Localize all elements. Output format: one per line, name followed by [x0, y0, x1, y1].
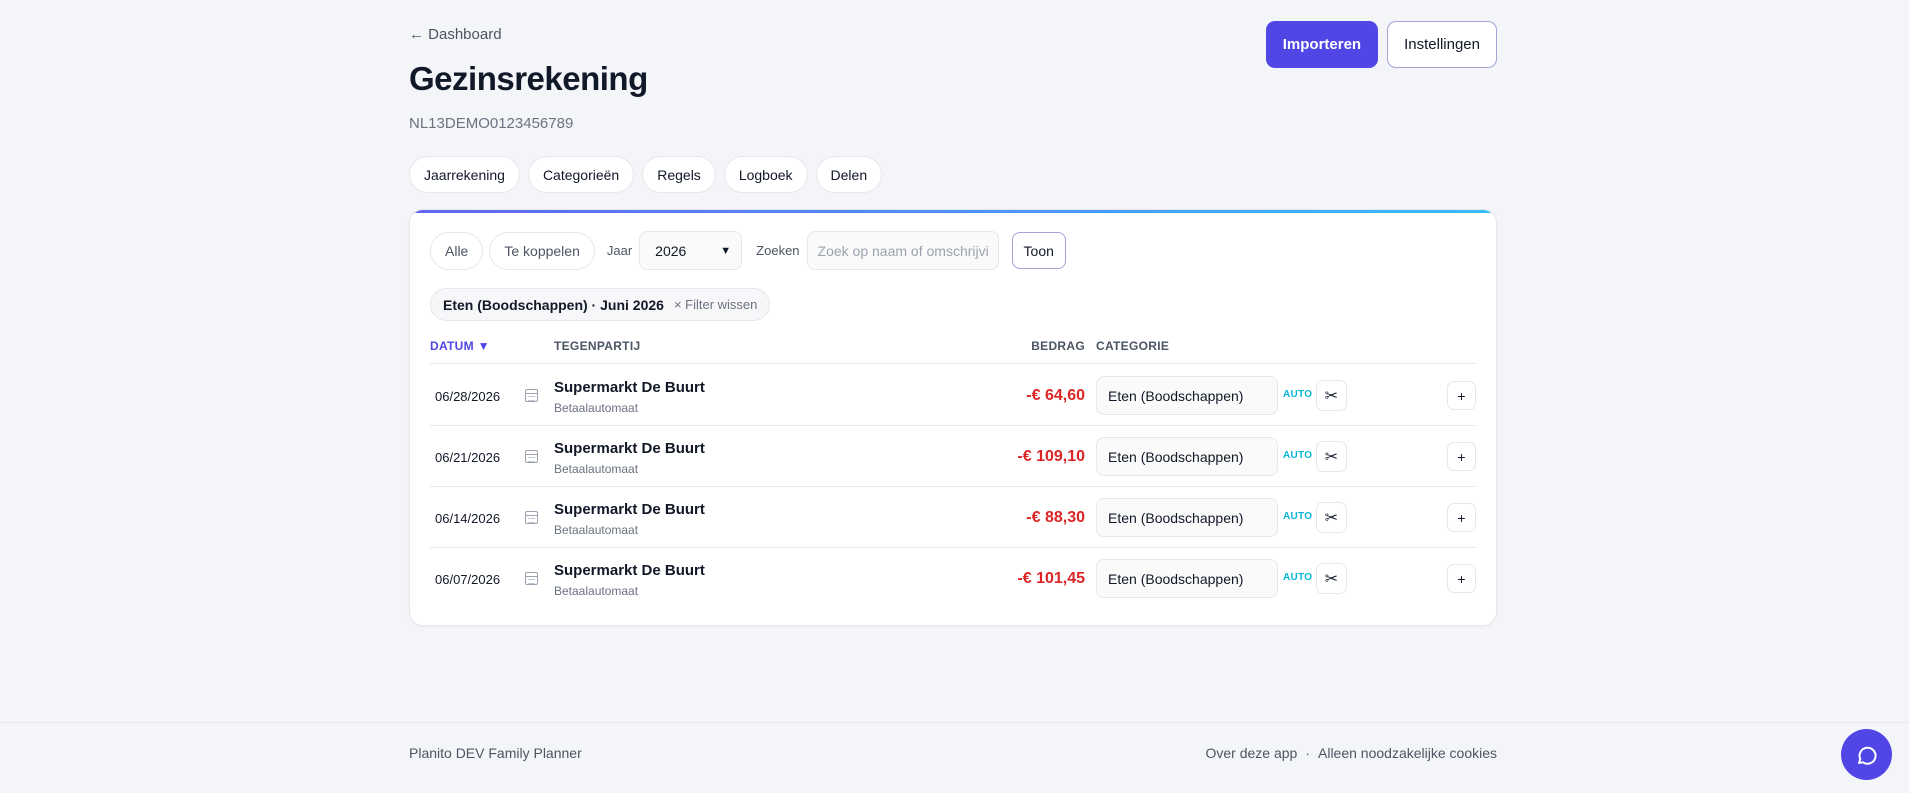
row-date: 06/21/2026	[435, 450, 501, 465]
row-amount: -€ 109,10	[1017, 448, 1085, 465]
plus-icon[interactable]: +	[1447, 564, 1476, 593]
scissors-icon[interactable]: ✂	[1316, 380, 1347, 411]
row-amount: -€ 64,60	[1026, 387, 1085, 404]
table-row: 06/14/2026 Supermarkt De Buurt Betaalaut…	[430, 487, 1476, 548]
tab-regels[interactable]: Regels	[642, 156, 716, 193]
page-footer: Planito DEV Family Planner Over deze app…	[0, 722, 1909, 793]
table-header: DATUM ▼ TEGENPARTIJ BEDRAG CATEGORIE	[430, 339, 1476, 364]
calendar-icon[interactable]	[525, 572, 538, 585]
row-counterparty: Supermarkt De Buurt	[554, 440, 705, 457]
chat-icon[interactable]	[1841, 729, 1892, 780]
column-header-amount: BEDRAG	[1031, 339, 1085, 353]
table-row: 06/28/2026 Supermarkt De Buurt Betaalaut…	[430, 365, 1476, 426]
settings-button[interactable]: Instellingen	[1387, 21, 1497, 68]
plus-icon[interactable]: +	[1447, 381, 1476, 410]
calendar-icon[interactable]	[525, 450, 538, 463]
plus-icon[interactable]: +	[1447, 503, 1476, 532]
footer-app-name: Planito DEV Family Planner	[409, 745, 582, 761]
account-tabs: Jaarrekening Categorieën Regels Logboek …	[409, 156, 883, 193]
row-category-select[interactable]: Eten (Boodschappen)	[1096, 498, 1278, 537]
filter-all-button[interactable]: Alle	[430, 231, 484, 270]
column-header-counterparty: TEGENPARTIJ	[554, 339, 641, 353]
about-app-link[interactable]: Over deze app	[1205, 745, 1297, 761]
scissors-icon[interactable]: ✂	[1316, 502, 1347, 533]
table-row: 06/07/2026 Supermarkt De Buurt Betaalaut…	[430, 548, 1476, 609]
account-iban: NL13DEMO0123456789	[409, 115, 574, 132]
chevron-down-icon: ▼	[720, 244, 732, 257]
top-actions: Importeren Instellingen	[1265, 21, 1497, 68]
page-title: Gezinsrekening	[409, 60, 648, 97]
row-amount: -€ 101,45	[1017, 570, 1085, 587]
row-amount: -€ 88,30	[1026, 509, 1085, 526]
footer-links: Over deze app · Alleen noodzakelijke coo…	[1205, 745, 1497, 761]
back-to-dashboard-link[interactable]: ← Dashboard	[409, 26, 502, 43]
row-date: 06/28/2026	[435, 389, 501, 404]
row-description: Betaalautomaat	[554, 401, 639, 415]
year-select-value: 2026	[655, 242, 687, 259]
clear-filter-link[interactable]: × Filter wissen	[674, 297, 757, 312]
transactions-card: Alle Te koppelen Jaar 2026 ▼ Zoeken Toon…	[409, 209, 1497, 626]
tab-logboek[interactable]: Logboek	[723, 156, 808, 193]
row-date: 06/07/2026	[435, 572, 501, 587]
filter-bar: Alle Te koppelen Jaar 2026 ▼ Zoeken Toon	[430, 231, 1066, 270]
table-row: 06/21/2026 Supermarkt De Buurt Betaalaut…	[430, 426, 1476, 487]
cookies-link[interactable]: Alleen noodzakelijke cookies	[1318, 745, 1497, 761]
year-label: Jaar	[606, 243, 633, 258]
row-category-select[interactable]: Eten (Boodschappen)	[1096, 376, 1278, 415]
footer-separator: ·	[1305, 745, 1310, 761]
row-date: 06/14/2026	[435, 511, 501, 526]
import-button[interactable]: Importeren	[1265, 21, 1379, 68]
row-counterparty: Supermarkt De Buurt	[554, 562, 705, 579]
row-category-select[interactable]: Eten (Boodschappen)	[1096, 559, 1278, 598]
active-filter-label: Eten (Boodschappen) · Juni 2026	[443, 296, 664, 313]
scissors-icon[interactable]: ✂	[1316, 563, 1347, 594]
tab-delen[interactable]: Delen	[815, 156, 883, 193]
calendar-icon[interactable]	[525, 389, 538, 402]
filter-to-link-button[interactable]: Te koppelen	[489, 231, 595, 270]
auto-badge: AUTO	[1283, 572, 1313, 583]
row-counterparty: Supermarkt De Buurt	[554, 501, 705, 518]
search-label: Zoeken	[756, 243, 800, 258]
column-header-category: CATEGORIE	[1096, 339, 1170, 353]
row-category-select[interactable]: Eten (Boodschappen)	[1096, 437, 1278, 476]
plus-icon[interactable]: +	[1447, 442, 1476, 471]
calendar-icon[interactable]	[525, 511, 538, 524]
scissors-icon[interactable]: ✂	[1316, 441, 1347, 472]
tab-categorieen[interactable]: Categorieën	[527, 156, 635, 193]
column-header-date[interactable]: DATUM ▼	[430, 339, 490, 353]
tab-jaarrekening[interactable]: Jaarrekening	[409, 156, 520, 193]
auto-badge: AUTO	[1283, 389, 1313, 400]
card-accent-bar	[410, 210, 1496, 213]
auto-badge: AUTO	[1283, 511, 1313, 522]
year-select[interactable]: 2026 ▼	[639, 231, 743, 270]
auto-badge: AUTO	[1283, 450, 1313, 461]
row-description: Betaalautomaat	[554, 523, 639, 537]
row-description: Betaalautomaat	[554, 584, 639, 598]
active-filter-chip: Eten (Boodschappen) · Juni 2026 × Filter…	[430, 288, 771, 321]
row-counterparty: Supermarkt De Buurt	[554, 379, 705, 396]
search-input[interactable]	[806, 231, 999, 270]
show-button[interactable]: Toon	[1011, 232, 1066, 269]
row-description: Betaalautomaat	[554, 462, 639, 476]
